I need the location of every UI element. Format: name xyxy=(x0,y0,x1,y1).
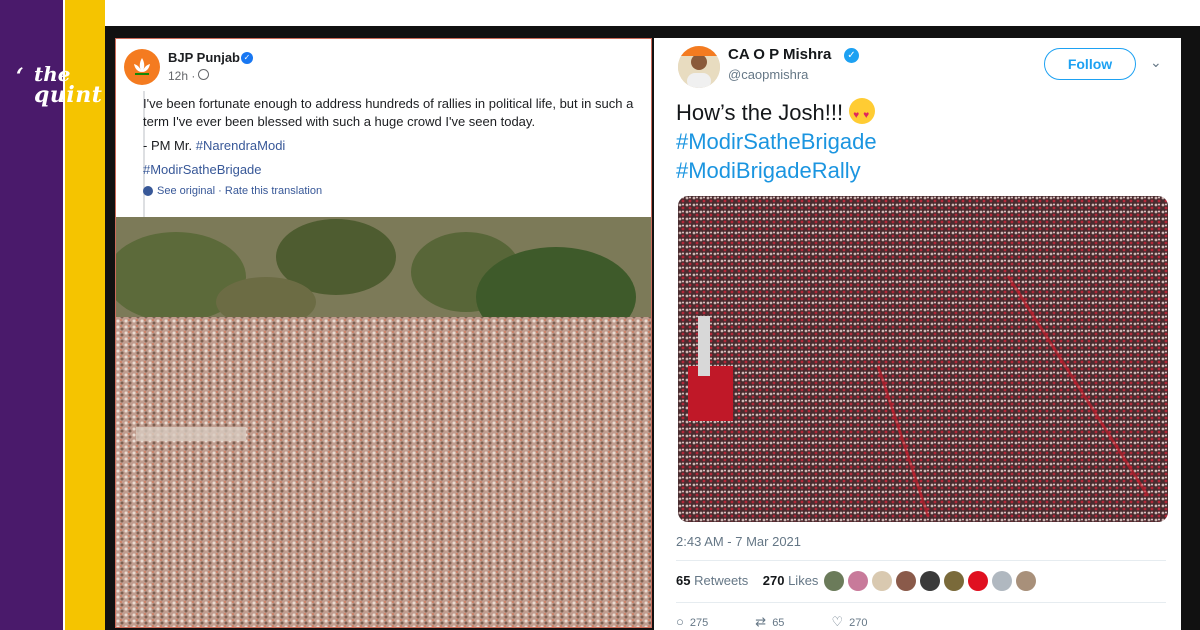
liker-avatar[interactable] xyxy=(968,571,988,591)
display-name[interactable]: CA O P Mishra xyxy=(728,46,831,63)
liker-avatar[interactable] xyxy=(872,571,892,591)
hashtag-narendramodi[interactable]: #NarendraModi xyxy=(196,138,286,153)
heart-eyes-emoji xyxy=(849,98,876,130)
divider xyxy=(676,602,1166,603)
liker-avatar[interactable] xyxy=(992,571,1012,591)
heart-icon: ♡ xyxy=(831,614,844,629)
liker-avatar[interactable] xyxy=(944,571,964,591)
post-text-line1: I've been fortunate enough to address hu… xyxy=(143,96,634,111)
crowd-photo-graphic xyxy=(116,217,651,627)
retweets-stat[interactable]: 65 Retweets xyxy=(676,573,748,588)
tweet-timestamp[interactable]: 2:43 AM - 7 Mar 2021 xyxy=(676,534,801,549)
crowd-photo-graphic xyxy=(678,196,1168,522)
globe-icon xyxy=(198,69,209,80)
reply-icon: ○ xyxy=(676,614,684,629)
post-attribution: - PM Mr. #NarendraModi xyxy=(143,138,286,153)
page-name[interactable]: BJP Punjab xyxy=(168,50,240,65)
divider xyxy=(676,560,1166,561)
bjp-punjab-avatar[interactable] xyxy=(124,49,160,85)
rate-translation-link[interactable]: Rate this translation xyxy=(225,185,322,197)
liker-avatar[interactable] xyxy=(1016,571,1036,591)
tweet-actions: ○ 275 ⇄ 65 ♡ 270 xyxy=(676,614,912,630)
liker-avatar[interactable] xyxy=(848,571,868,591)
post-text-line2: term I've ever been blessed with such a … xyxy=(143,114,536,129)
liker-avatar[interactable] xyxy=(896,571,916,591)
verified-icon: ✓ xyxy=(844,48,859,63)
translation-links: See original · Rate this translation xyxy=(143,185,322,197)
post-text: I've been fortunate enough to address hu… xyxy=(143,95,651,185)
tweet-text-main: How’s the Josh!!! xyxy=(676,100,844,125)
likes-stat[interactable]: 270 Likes xyxy=(763,573,819,588)
chevron-down-icon[interactable]: ⌄ xyxy=(1150,54,1162,71)
tweet: CA O P Mishra ✓ @caopmishra Follow ⌄ How… xyxy=(654,38,1181,630)
like-button[interactable]: ♡ 270 xyxy=(832,614,890,630)
liker-avatar[interactable] xyxy=(824,571,844,591)
liker-avatar[interactable] xyxy=(920,571,940,591)
crowd-photo[interactable] xyxy=(116,217,651,627)
reply-button[interactable]: ○ 275 xyxy=(676,614,730,629)
tweet-stats: 65 Retweets 270 Likes xyxy=(676,573,818,588)
facebook-post: BJP Punjab ✓ 12h · I've been fortunate e… xyxy=(115,38,652,628)
hashtag-modibrigaderally[interactable]: #ModiBrigadeRally xyxy=(676,156,877,185)
retweet-icon: ⇄ xyxy=(755,614,767,629)
retweet-button[interactable]: ⇄ 65 xyxy=(755,614,806,630)
crowd-photo[interactable] xyxy=(678,196,1168,522)
the-quint-logo: ‘ the quint xyxy=(16,62,103,108)
follow-button[interactable]: Follow xyxy=(1044,48,1136,80)
person-avatar-graphic xyxy=(678,46,720,88)
liker-avatars xyxy=(824,571,1040,591)
user-handle[interactable]: @caopmishra xyxy=(728,67,808,82)
hashtag-modirsathebrigade[interactable]: #ModirSatheBrigade xyxy=(143,162,262,177)
tweet-text: How’s the Josh!!! #ModirSatheBrigade #Mo… xyxy=(676,98,877,185)
verified-icon: ✓ xyxy=(241,52,253,64)
hashtag-modirsathebrigade[interactable]: #ModirSatheBrigade xyxy=(676,127,877,156)
user-avatar[interactable] xyxy=(678,46,720,88)
post-time[interactable]: 12h · xyxy=(168,69,195,83)
see-original-link[interactable]: See original xyxy=(157,185,215,197)
gear-icon xyxy=(143,186,153,197)
lotus-icon xyxy=(134,58,150,75)
frame-top xyxy=(105,0,1200,26)
